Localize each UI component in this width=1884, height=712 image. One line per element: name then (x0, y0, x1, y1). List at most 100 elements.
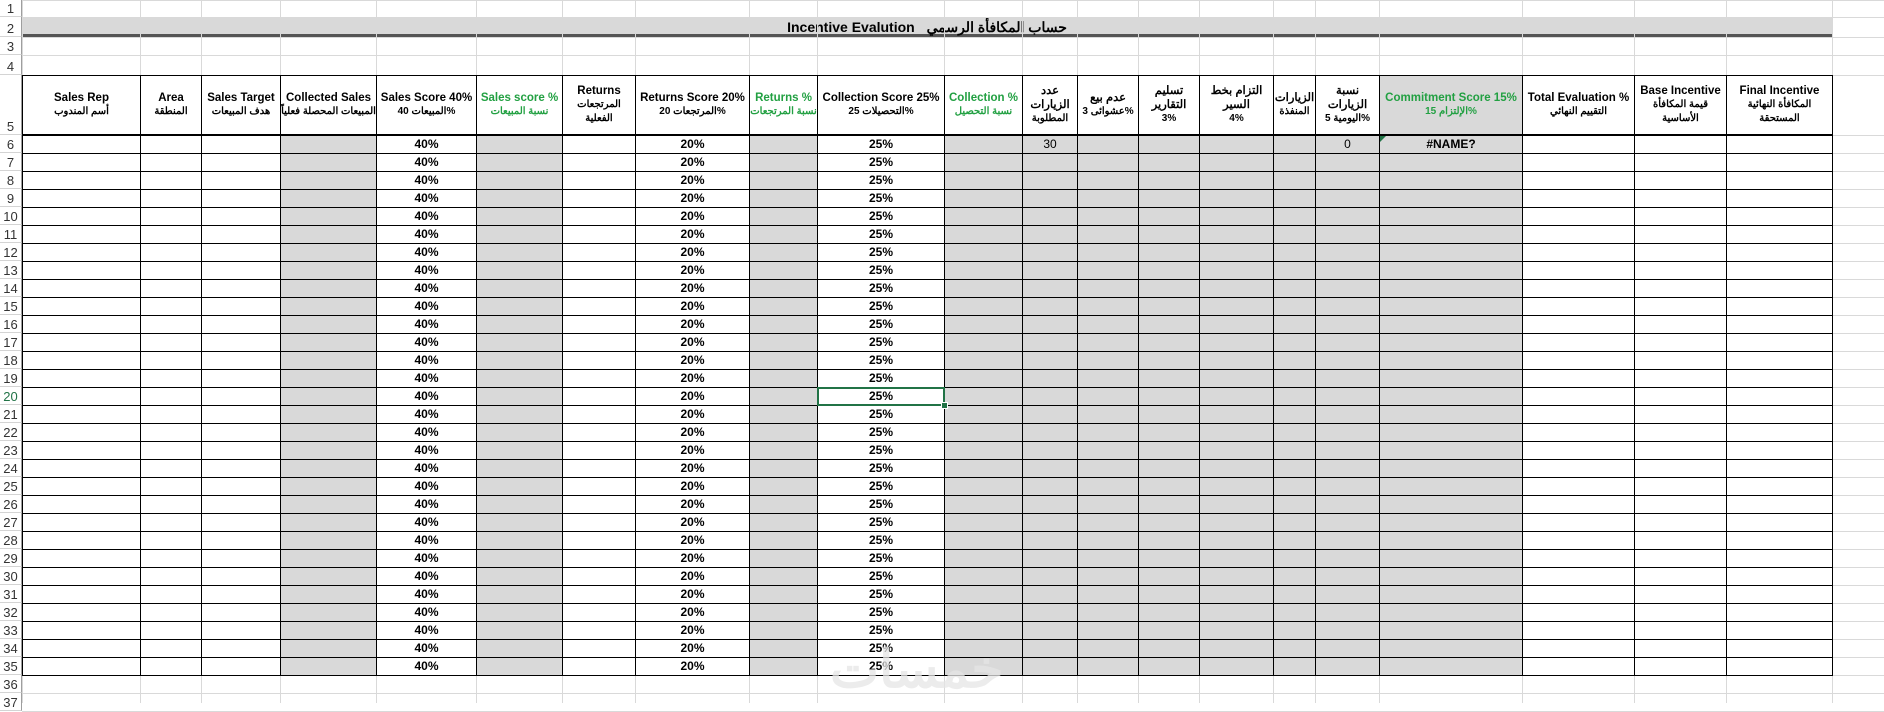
table-cell[interactable]: 20% (635, 207, 750, 226)
column-header[interactable]: Sales Rep أسم المندوب (22, 75, 141, 135)
table-cell[interactable]: 40% (376, 531, 477, 550)
table-cell[interactable] (1077, 243, 1139, 262)
table-cell[interactable] (1077, 153, 1139, 172)
table-cell[interactable] (562, 369, 636, 388)
table-cell[interactable] (1634, 225, 1727, 244)
table-cell[interactable] (1315, 549, 1380, 568)
table-cell[interactable] (1315, 495, 1380, 514)
table-cell[interactable] (1199, 441, 1274, 460)
row-header[interactable]: 30 (0, 567, 22, 585)
table-cell[interactable] (944, 405, 1023, 424)
row-header[interactable]: 37 (0, 693, 22, 711)
table-cell[interactable] (22, 477, 141, 496)
table-cell[interactable] (201, 261, 281, 280)
table-cell[interactable] (1138, 567, 1200, 586)
table-cell[interactable] (22, 459, 141, 478)
table-cell[interactable]: 40% (376, 657, 477, 676)
table-cell[interactable] (1522, 189, 1635, 208)
table-cell[interactable] (140, 351, 202, 370)
table-cell[interactable] (476, 279, 563, 298)
table-cell[interactable] (1379, 513, 1523, 532)
table-cell[interactable] (1315, 351, 1380, 370)
table-cell[interactable]: 25% (817, 549, 945, 568)
table-cell[interactable] (1315, 423, 1380, 442)
table-cell[interactable]: 25% (817, 207, 945, 226)
table-cell[interactable] (1726, 423, 1833, 442)
table-cell[interactable] (1199, 387, 1274, 406)
table-cell[interactable] (1077, 603, 1139, 622)
table-cell[interactable] (1138, 477, 1200, 496)
table-cell[interactable] (562, 549, 636, 568)
table-cell[interactable] (562, 495, 636, 514)
row-header[interactable]: 26 (0, 495, 22, 513)
table-cell[interactable] (562, 585, 636, 604)
table-cell[interactable] (22, 369, 141, 388)
table-cell[interactable] (562, 423, 636, 442)
table-cell[interactable] (140, 495, 202, 514)
table-cell[interactable]: 25% (817, 351, 945, 370)
table-cell[interactable] (1199, 297, 1274, 316)
table-cell[interactable] (476, 441, 563, 460)
table-cell[interactable] (1634, 387, 1727, 406)
table-cell[interactable] (476, 567, 563, 586)
table-cell[interactable] (280, 297, 377, 316)
table-cell[interactable] (749, 603, 818, 622)
table-cell[interactable] (1726, 531, 1833, 550)
table-cell[interactable] (140, 567, 202, 586)
table-cell[interactable] (476, 189, 563, 208)
table-cell[interactable] (1077, 297, 1139, 316)
table-cell[interactable]: 25% (817, 297, 945, 316)
table-cell[interactable]: 40% (376, 621, 477, 640)
table-cell[interactable] (201, 315, 281, 334)
table-cell[interactable] (944, 495, 1023, 514)
table-cell[interactable] (562, 387, 636, 406)
table-cell[interactable]: 0 (1315, 135, 1380, 154)
table-cell[interactable] (1522, 171, 1635, 190)
table-cell[interactable] (1634, 207, 1727, 226)
table-cell[interactable]: 40% (376, 567, 477, 586)
table-cell[interactable] (1022, 333, 1078, 352)
table-cell[interactable] (562, 513, 636, 532)
table-cell[interactable] (1379, 315, 1523, 334)
table-cell[interactable] (562, 279, 636, 298)
table-cell[interactable] (1077, 315, 1139, 334)
row-header[interactable]: 33 (0, 621, 22, 639)
table-cell[interactable] (1379, 369, 1523, 388)
table-cell[interactable] (1199, 531, 1274, 550)
table-cell[interactable] (476, 135, 563, 154)
table-cell[interactable]: 20% (635, 657, 750, 676)
table-cell[interactable] (1379, 297, 1523, 316)
table-cell[interactable] (562, 207, 636, 226)
table-cell[interactable] (22, 441, 141, 460)
column-header[interactable]: Base Incentive قيمة المكافأة الأساسية (1634, 75, 1727, 135)
table-cell[interactable] (1138, 207, 1200, 226)
table-cell[interactable] (1634, 549, 1727, 568)
table-cell[interactable] (1199, 567, 1274, 586)
table-cell[interactable]: 20% (635, 189, 750, 208)
table-cell[interactable]: 20% (635, 135, 750, 154)
table-cell[interactable]: 25% (817, 513, 945, 532)
selected-cell[interactable] (817, 387, 945, 406)
table-cell[interactable] (1315, 459, 1380, 478)
table-cell[interactable] (22, 513, 141, 532)
table-cell[interactable] (22, 171, 141, 190)
table-cell[interactable] (1138, 459, 1200, 478)
table-cell[interactable] (1726, 567, 1833, 586)
table-cell[interactable] (1273, 459, 1316, 478)
table-cell[interactable] (749, 441, 818, 460)
table-cell[interactable] (1522, 315, 1635, 334)
table-cell[interactable] (201, 639, 281, 658)
table-cell[interactable] (562, 315, 636, 334)
table-cell[interactable] (476, 495, 563, 514)
table-cell[interactable] (201, 225, 281, 244)
table-cell[interactable] (140, 243, 202, 262)
table-cell[interactable] (201, 423, 281, 442)
table-cell[interactable] (476, 531, 563, 550)
table-cell[interactable] (944, 261, 1023, 280)
table-cell[interactable] (1726, 189, 1833, 208)
table-cell[interactable] (1522, 351, 1635, 370)
table-cell[interactable] (1522, 297, 1635, 316)
table-cell[interactable] (22, 387, 141, 406)
table-cell[interactable] (1077, 387, 1139, 406)
row-header[interactable]: 32 (0, 603, 22, 621)
